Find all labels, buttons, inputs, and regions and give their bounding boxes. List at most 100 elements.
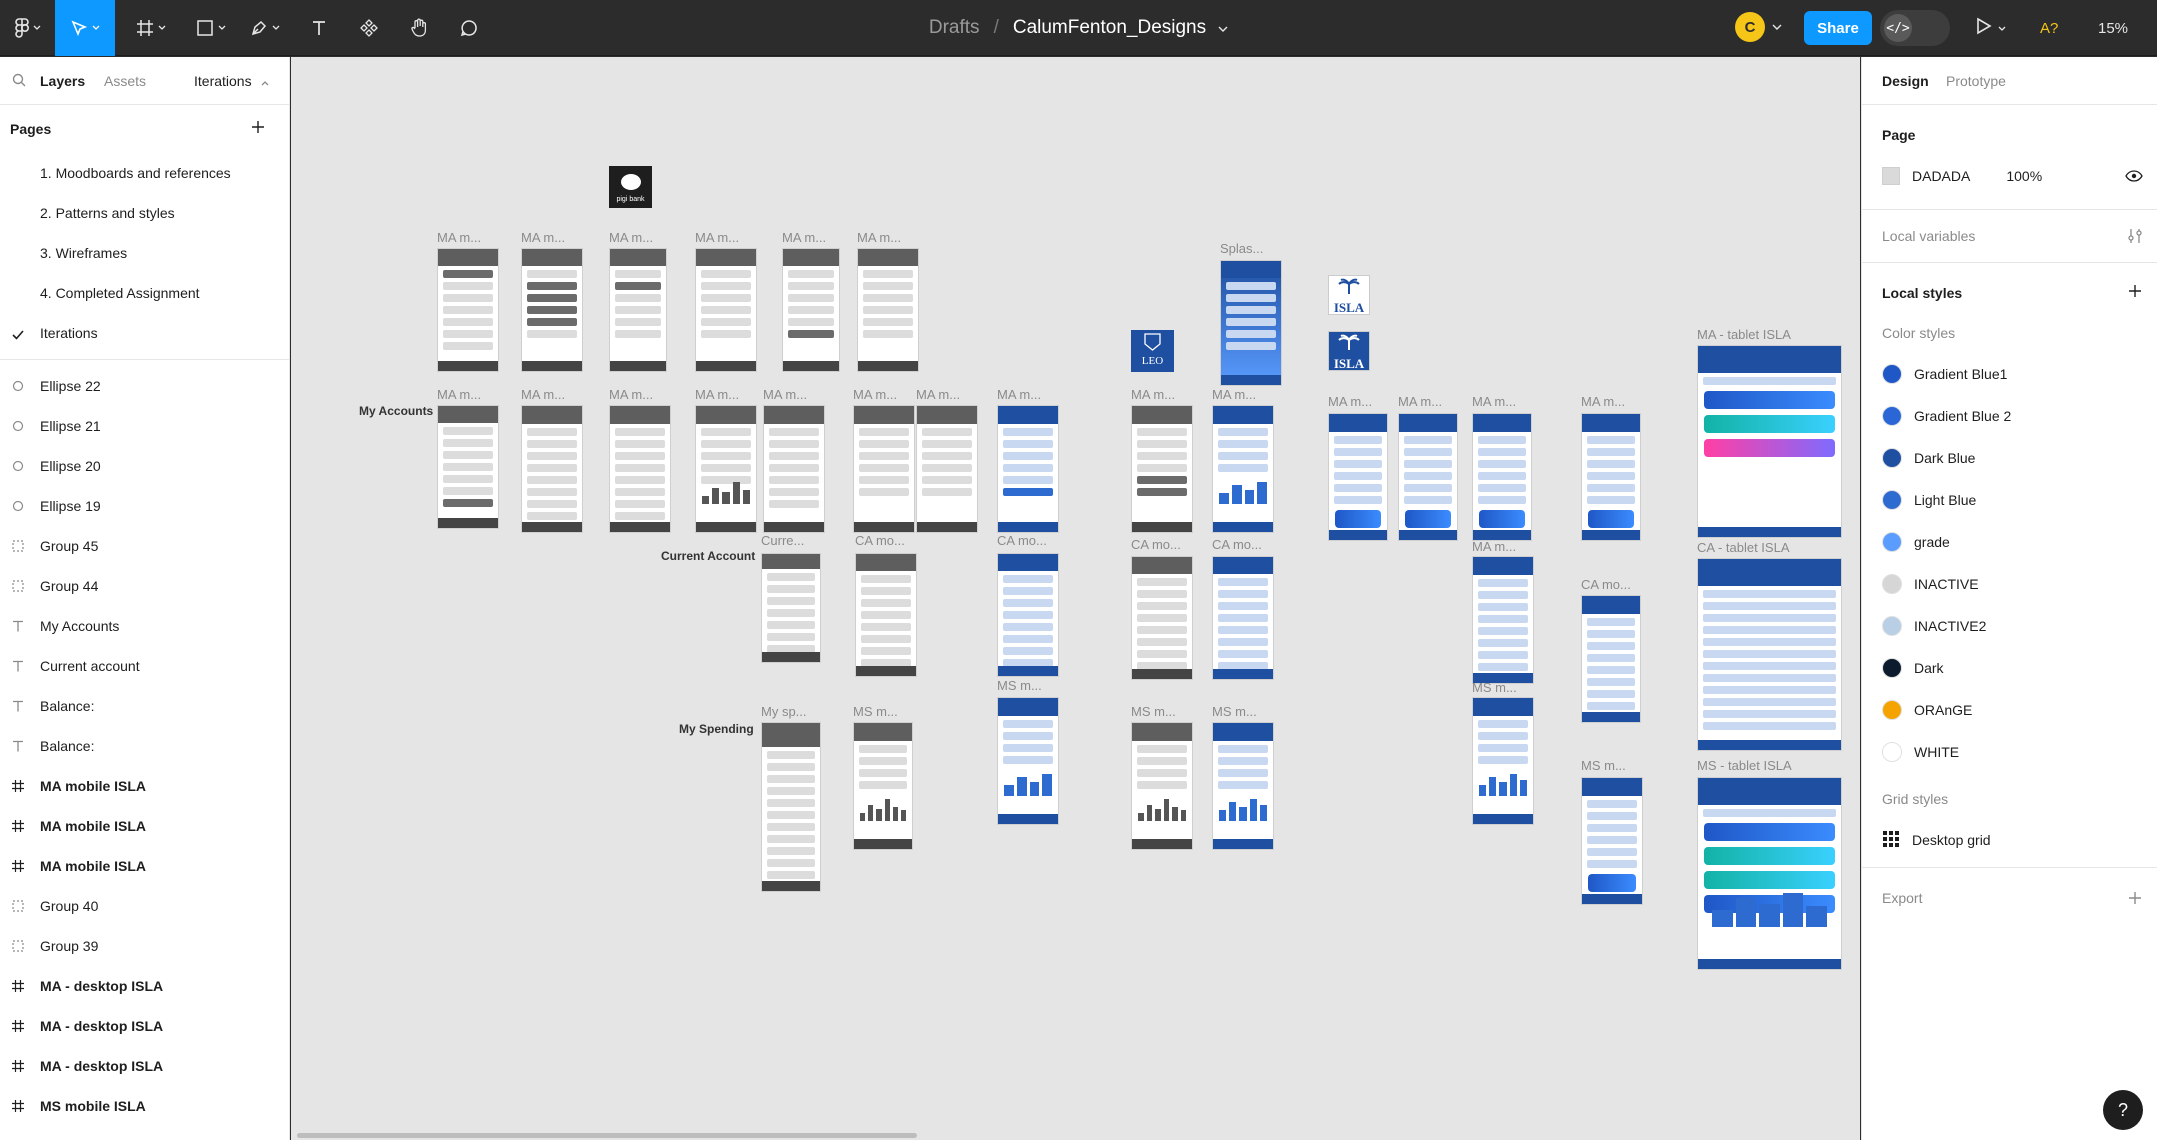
frame-name-label[interactable]: MA m... — [997, 387, 1041, 402]
text-tool-button[interactable] — [302, 0, 336, 56]
tab-layers[interactable]: Layers — [40, 73, 85, 89]
frame-name-label[interactable]: CA mo... — [1212, 537, 1262, 552]
design-frame[interactable] — [1472, 413, 1532, 541]
frame-name-label[interactable]: MA m... — [782, 230, 826, 245]
canvas-section-label[interactable]: My Spending — [679, 722, 754, 736]
frame-name-label[interactable]: MA m... — [521, 387, 565, 402]
layer-item[interactable]: MA mobile ISLA — [0, 846, 289, 886]
frame-name-label[interactable]: MS m... — [853, 704, 898, 719]
move-tool-button[interactable] — [55, 0, 115, 56]
frame-name-label[interactable]: My sp... — [761, 704, 807, 719]
canvas-section-label[interactable]: Current Account — [661, 549, 755, 563]
design-frame[interactable] — [521, 248, 583, 372]
color-style-row[interactable]: Light Blue — [1862, 479, 2157, 521]
tab-design[interactable]: Design — [1882, 73, 1929, 89]
frame-name-label[interactable]: CA mo... — [1131, 537, 1181, 552]
hand-tool-button[interactable] — [402, 0, 436, 56]
frame-name-label[interactable]: MA m... — [1472, 394, 1516, 409]
frame-name-label[interactable]: MS m... — [1581, 758, 1626, 773]
layer-item[interactable]: Balance: — [0, 686, 289, 726]
frame-name-label[interactable]: CA mo... — [855, 533, 905, 548]
frame-name-label[interactable]: MA m... — [695, 230, 739, 245]
isla-logo[interactable]: ISLA — [1328, 331, 1370, 371]
design-frame[interactable] — [437, 405, 499, 529]
frame-name-label[interactable]: MA m... — [1398, 394, 1442, 409]
frame-name-label[interactable]: MA m... — [857, 230, 901, 245]
layer-item[interactable]: Group 44 — [0, 566, 289, 606]
design-frame[interactable] — [1472, 556, 1534, 684]
design-frame[interactable] — [1697, 558, 1842, 751]
color-style-row[interactable]: Gradient Blue1 — [1862, 353, 2157, 395]
frame-name-label[interactable]: MA m... — [1328, 394, 1372, 409]
zoom-level-dropdown[interactable]: 15% — [2098, 0, 2128, 56]
layer-item[interactable]: MA mobile ISLA — [0, 766, 289, 806]
page-item-completed[interactable]: 4. Completed Assignment — [0, 273, 289, 313]
design-frame[interactable] — [1581, 413, 1641, 541]
design-frame[interactable] — [782, 248, 840, 372]
design-frame[interactable] — [997, 405, 1059, 533]
design-frame[interactable] — [763, 405, 825, 533]
shape-tool-button[interactable] — [188, 0, 234, 56]
frame-tool-button[interactable] — [128, 0, 174, 56]
layer-item[interactable]: MA - desktop ISLA — [0, 1006, 289, 1046]
frame-name-label[interactable]: CA - tablet ISLA — [1697, 540, 1790, 555]
layer-item[interactable]: Ellipse 20 — [0, 446, 289, 486]
design-frame[interactable] — [853, 722, 913, 850]
design-frame[interactable] — [1131, 556, 1193, 680]
frame-name-label[interactable]: MA m... — [609, 230, 653, 245]
add-style-plus-icon[interactable] — [2127, 283, 2143, 304]
design-frame[interactable] — [1131, 722, 1193, 850]
frame-name-label[interactable]: MA m... — [916, 387, 960, 402]
chevron-down-icon[interactable] — [1218, 17, 1228, 39]
tab-prototype[interactable]: Prototype — [1946, 73, 2006, 89]
frame-name-label[interactable]: MS m... — [1472, 680, 1517, 695]
layer-item[interactable]: MA - desktop ISLA — [0, 1046, 289, 1086]
current-page-selector[interactable]: Iterations — [194, 73, 269, 89]
design-frame[interactable] — [853, 405, 915, 533]
leo-logo[interactable]: LEO — [1131, 330, 1174, 372]
design-frame[interactable] — [997, 697, 1059, 825]
design-frame[interactable] — [609, 405, 671, 533]
design-frame[interactable] — [609, 248, 667, 372]
frame-name-label[interactable]: CA mo... — [997, 533, 1047, 548]
layer-item[interactable]: My Accounts — [0, 606, 289, 646]
ai-assist-button[interactable]: A? — [2040, 0, 2058, 56]
design-frame[interactable] — [916, 405, 978, 533]
design-frame[interactable] — [857, 248, 919, 372]
horizontal-scrollbar[interactable] — [297, 1133, 917, 1138]
design-frame[interactable] — [1328, 413, 1388, 541]
components-tool-button[interactable] — [352, 0, 386, 56]
frame-name-label[interactable]: Splas... — [1220, 241, 1263, 256]
main-menu-button[interactable] — [8, 0, 48, 56]
design-frame[interactable] — [1581, 777, 1643, 905]
frame-name-label[interactable]: MA m... — [695, 387, 739, 402]
frame-name-label[interactable]: MS m... — [1212, 704, 1257, 719]
layer-item[interactable]: Ellipse 22 — [0, 366, 289, 406]
page-opacity[interactable]: 100% — [2006, 168, 2042, 184]
design-frame[interactable] — [1697, 345, 1842, 538]
frame-name-label[interactable]: MS - tablet ISLA — [1697, 758, 1792, 773]
design-frame[interactable] — [695, 405, 757, 533]
design-frame[interactable] — [1220, 260, 1282, 386]
layer-item[interactable]: MS mobile ISLA — [0, 1086, 289, 1126]
color-style-row[interactable]: ORAnGE — [1862, 689, 2157, 731]
design-frame[interactable] — [695, 248, 757, 372]
local-variables-button[interactable]: Local variables — [1862, 216, 2157, 256]
design-frame[interactable] — [437, 248, 499, 372]
pen-tool-button[interactable] — [242, 0, 288, 56]
frame-name-label[interactable]: MA - tablet ISLA — [1697, 327, 1791, 342]
layer-item[interactable]: Group 40 — [0, 886, 289, 926]
design-frame[interactable] — [997, 553, 1059, 677]
page-item-moodboards[interactable]: 1. Moodboards and references — [0, 153, 289, 193]
frame-name-label[interactable]: MA m... — [1472, 539, 1516, 554]
add-export-plus-icon[interactable] — [2127, 890, 2143, 911]
layer-item[interactable]: MA mobile ISLA — [0, 806, 289, 846]
isla-logo[interactable]: ISLA — [1328, 275, 1370, 315]
design-canvas[interactable]: My Accounts Current Account My Spending MA … — [291, 57, 1860, 1140]
frame-name-label[interactable]: CA mo... — [1581, 577, 1631, 592]
frame-name-label[interactable]: MA m... — [609, 387, 653, 402]
layer-item[interactable]: Ellipse 19 — [0, 486, 289, 526]
grid-style-row[interactable]: Desktop grid — [1862, 819, 2157, 861]
frame-name-label[interactable]: MA m... — [437, 230, 481, 245]
color-style-row[interactable]: INACTIVE2 — [1862, 605, 2157, 647]
